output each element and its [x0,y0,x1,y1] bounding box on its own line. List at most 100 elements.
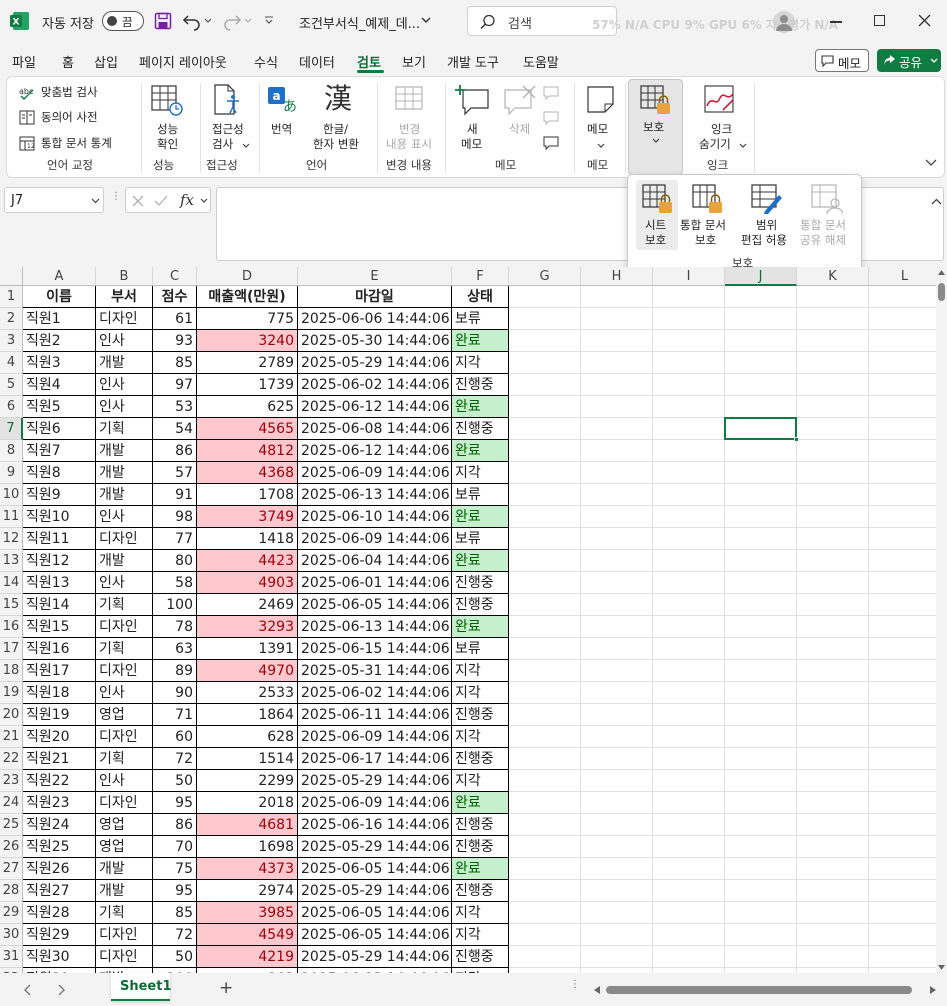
table-cell[interactable]: 직원2 [23,330,96,352]
table-cell[interactable]: 개발 [96,440,153,462]
table-cell[interactable] [581,902,653,924]
close-icon[interactable] [918,14,931,27]
table-cell[interactable] [869,330,936,352]
fill-handle[interactable] [794,437,799,442]
table-cell[interactable]: 인사 [96,682,153,704]
table-cell[interactable]: 개발 [96,462,153,484]
account-avatar-icon[interactable] [773,11,795,33]
table-cell[interactable]: 직원23 [23,792,96,814]
table-cell[interactable] [725,352,797,374]
table-cell[interactable]: 기획 [96,594,153,616]
table-cell[interactable] [581,594,653,616]
column-header[interactable]: F [452,267,509,286]
hanja-convert-button[interactable]: 漢 한글/ 한자 변환 [305,82,371,152]
table-cell[interactable] [797,836,869,858]
table-cell[interactable] [797,594,869,616]
table-cell[interactable] [725,858,797,880]
table-cell[interactable] [509,572,581,594]
customize-toolbar-icon[interactable] [264,15,274,25]
table-cell[interactable] [797,528,869,550]
file-name[interactable]: 조건부서식_예제_데... [299,13,420,32]
horizontal-scroll-thumb[interactable] [606,986,912,994]
table-cell[interactable] [869,638,936,660]
row-header[interactable]: 10 [0,484,23,506]
table-cell[interactable] [725,374,797,396]
table-cell[interactable] [581,418,653,440]
table-cell[interactable]: 직원27 [23,880,96,902]
table-cell[interactable]: 기획 [96,638,153,660]
table-cell[interactable]: 2025-06-08 14:44:06 [298,418,452,440]
table-cell[interactable] [797,396,869,418]
check-performance-button[interactable]: 성능 확인 [145,82,191,152]
table-cell[interactable] [725,946,797,968]
table-cell[interactable]: 직원28 [23,902,96,924]
row-header[interactable]: 15 [0,594,23,616]
table-cell[interactable]: 보류 [452,638,509,660]
table-cell[interactable]: 2018 [197,792,298,814]
table-cell[interactable] [725,792,797,814]
table-cell[interactable]: 63 [153,638,197,660]
table-cell[interactable] [653,682,725,704]
table-cell[interactable]: 직원7 [23,440,96,462]
allow-edit-ranges-button[interactable]: 범위 편집 허용 [738,180,796,250]
table-cell[interactable]: 2025-05-29 14:44:06 [298,770,452,792]
table-cell[interactable] [797,770,869,792]
table-cell[interactable]: 진행중 [452,374,509,396]
table-cell[interactable] [725,506,797,528]
scroll-right-icon[interactable] [930,986,936,994]
table-cell[interactable]: 직원10 [23,506,96,528]
table-cell[interactable] [653,924,725,946]
table-cell[interactable]: 디자인 [96,946,153,968]
table-cell[interactable]: 개발 [96,550,153,572]
table-cell[interactable]: 2025-06-09 14:44:06 [298,792,452,814]
menu-insert[interactable]: 삽입 [94,52,118,71]
table-cell[interactable] [581,748,653,770]
menu-data[interactable]: 데이터 [299,52,335,71]
table-cell[interactable] [653,616,725,638]
table-cell[interactable] [653,792,725,814]
protect-button[interactable]: 보호 [628,79,683,175]
table-cell[interactable] [581,506,653,528]
table-cell[interactable]: 4423 [197,550,298,572]
table-cell[interactable] [797,660,869,682]
table-header-cell[interactable]: 부서 [96,286,153,308]
table-cell[interactable]: 2025-06-10 14:44:06 [298,506,452,528]
table-cell[interactable] [653,506,725,528]
table-cell[interactable] [581,946,653,968]
table-cell[interactable] [509,880,581,902]
table-cell[interactable] [725,594,797,616]
table-cell[interactable]: 인사 [96,374,153,396]
table-cell[interactable]: 진행중 [452,880,509,902]
table-cell[interactable]: 2533 [197,682,298,704]
table-cell[interactable]: 4219 [197,946,298,968]
table-cell[interactable]: 1391 [197,638,298,660]
row-header[interactable]: 25 [0,814,23,836]
row-header[interactable]: 1 [0,286,23,308]
redo-icon[interactable] [222,11,242,31]
column-header[interactable]: E [298,267,452,286]
table-cell[interactable]: 인사 [96,396,153,418]
table-cell[interactable] [509,308,581,330]
table-cell[interactable]: 디자인 [96,726,153,748]
table-cell[interactable]: 77 [153,528,197,550]
row-header[interactable]: 18 [0,660,23,682]
row-header[interactable]: 4 [0,352,23,374]
table-cell[interactable]: 기획 [96,902,153,924]
new-comment-button[interactable]: 새 메모 [451,82,493,152]
table-cell[interactable]: 58 [153,572,197,594]
table-cell[interactable] [653,484,725,506]
table-cell[interactable] [581,352,653,374]
table-cell[interactable]: 2025-06-06 14:44:06 [298,308,452,330]
table-cell[interactable] [797,550,869,572]
table-cell[interactable] [581,704,653,726]
table-cell[interactable]: 직원4 [23,374,96,396]
table-cell[interactable] [797,418,869,440]
table-cell[interactable]: 97 [153,374,197,396]
table-cell[interactable]: 1418 [197,528,298,550]
vertical-scrollbar[interactable] [936,267,947,973]
table-cell[interactable] [509,616,581,638]
table-cell[interactable]: 2025-06-12 14:44:06 [298,440,452,462]
table-cell[interactable]: 완료 [452,506,509,528]
table-cell[interactable]: 89 [153,660,197,682]
table-cell[interactable] [869,308,936,330]
